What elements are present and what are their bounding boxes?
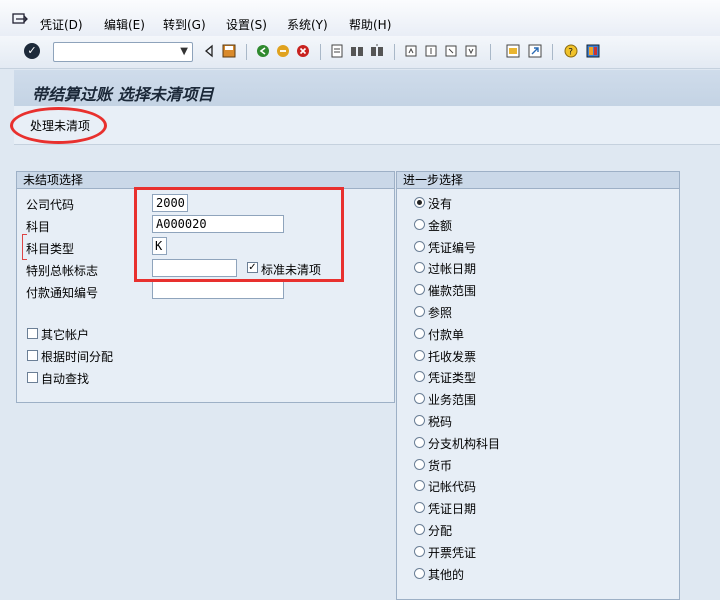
further-selection-option-label: 过帐日期 [428,262,477,276]
further-selection-radio[interactable] [414,502,425,513]
special-gl-indicator-label: 特别总帐标志 [26,264,99,278]
further-selection-radio[interactable] [414,546,425,557]
layout-menu-icon[interactable] [586,44,600,58]
back-icon[interactable] [256,44,270,58]
print-icon[interactable] [330,44,344,58]
toolbar-separator [320,44,321,60]
further-selection-radio[interactable] [414,306,425,317]
further-selection-radio[interactable] [414,284,425,295]
payment-advice-input[interactable] [152,281,284,299]
further-selection-option-label: 开票凭证 [428,546,477,560]
further-selection-option-label: 付款单 [428,328,465,342]
application-toolbar: 处理未清项 [14,106,720,145]
automatic-search-label: 自动查找 [41,372,90,386]
further-selection-option-label: 凭证编号 [428,241,477,255]
further-selection-option-label: 货币 [428,459,453,473]
further-selection-option-label: 业务范围 [428,393,477,407]
previous-page-icon[interactable] [424,44,438,58]
toolbar-separator [394,44,395,60]
save-icon[interactable] [222,44,236,58]
find-next-icon[interactable] [370,44,384,58]
further-selection-radio[interactable] [414,262,425,273]
find-icon[interactable] [350,44,364,58]
exit-icon[interactable] [276,44,290,58]
open-item-selection-heading: 未结项选择 [17,172,394,189]
further-selection-option-label: 其他的 [428,568,465,582]
further-selection-radio[interactable] [414,524,425,535]
further-selection-radio[interactable] [414,219,425,230]
further-selection-option-label: 金额 [428,219,453,233]
further-selection-radio[interactable] [414,371,425,382]
help-icon[interactable]: ? [564,44,578,58]
menu-help[interactable]: 帮助(H) [349,16,391,33]
menu-bar: 凭证(D) 编辑(E) 转到(G) 设置(S) 系统(Y) 帮助(H) [0,0,720,36]
menu-system[interactable]: 系统(Y) [287,16,328,33]
toolbar-separator [246,44,247,60]
account-label: 科目 [26,220,51,234]
enter-check-icon[interactable]: ✓ [24,43,40,59]
account-input[interactable]: A000020 [152,215,284,233]
payment-advice-label: 付款通知编号 [26,286,99,300]
create-session-icon[interactable] [506,44,520,58]
further-selection-option-label: 凭证日期 [428,502,477,516]
page-title: 带结算过账 选择未清项目 [32,85,214,104]
first-page-icon[interactable] [404,44,418,58]
account-type-input[interactable]: K [152,237,167,255]
account-type-label: 科目类型 [26,242,75,256]
menu-document[interactable]: 凭证(D) [40,16,83,33]
further-selection-radio[interactable] [414,197,425,208]
further-selection-radio[interactable] [414,393,425,404]
further-selection-option-label: 没有 [428,197,453,211]
further-selection-radio[interactable] [414,415,425,426]
distribute-by-age-label: 根据时间分配 [41,350,114,364]
distribute-by-age-checkbox[interactable] [27,350,38,361]
next-page-icon[interactable] [444,44,458,58]
process-open-items-button[interactable]: 处理未清项 [30,117,90,134]
menu-toggle-icon[interactable] [12,13,28,27]
toolbar-separator [490,44,491,60]
further-selection-radio[interactable] [414,241,425,252]
dropdown-arrow-icon[interactable]: ▼ [180,46,188,57]
shortcut-icon[interactable] [528,44,542,58]
company-code-input[interactable]: 2000 [152,194,188,212]
back-triangle-icon[interactable] [202,44,216,58]
further-selection-radio[interactable] [414,568,425,579]
toolbar-separator [552,44,553,60]
other-accounts-label: 其它帐户 [41,328,90,342]
svg-text:?: ? [568,48,573,58]
further-selection-option-label: 催款范围 [428,284,477,298]
further-selection-option-label: 托收发票 [428,350,477,364]
further-selection-option-label: 参照 [428,306,453,320]
further-selection-option-label: 分支机构科目 [428,437,501,451]
automatic-search-checkbox[interactable] [27,372,38,383]
special-gl-indicator-input[interactable] [152,259,237,277]
further-selection-radio[interactable] [414,437,425,448]
menu-goto[interactable]: 转到(G) [163,16,206,33]
further-selection-option-label: 记帐代码 [428,480,477,494]
further-selection-radio[interactable] [414,480,425,491]
further-selection-radio[interactable] [414,459,425,470]
standard-open-items-checkbox[interactable]: ✓ [247,262,258,273]
menu-edit[interactable]: 编辑(E) [104,16,145,33]
further-selection-radio[interactable] [414,350,425,361]
standard-open-items-label: 标准未清项 [261,263,322,277]
further-selection-option-label: 税码 [428,415,453,429]
standard-toolbar: ✓ ▼ ? [0,36,720,69]
menu-settings[interactable]: 设置(S) [226,16,267,33]
other-accounts-checkbox[interactable] [27,328,38,339]
title-bar: 带结算过账 选择未清项目 [14,70,720,106]
company-code-label: 公司代码 [26,198,75,212]
cancel-icon[interactable] [296,44,310,58]
further-selection-heading: 进一步选择 [397,172,679,189]
further-selection-radio[interactable] [414,328,425,339]
further-selection-option-label: 分配 [428,524,453,538]
further-selection-option-label: 凭证类型 [428,371,477,385]
command-field[interactable]: ▼ [53,42,193,62]
last-page-icon[interactable] [464,44,478,58]
